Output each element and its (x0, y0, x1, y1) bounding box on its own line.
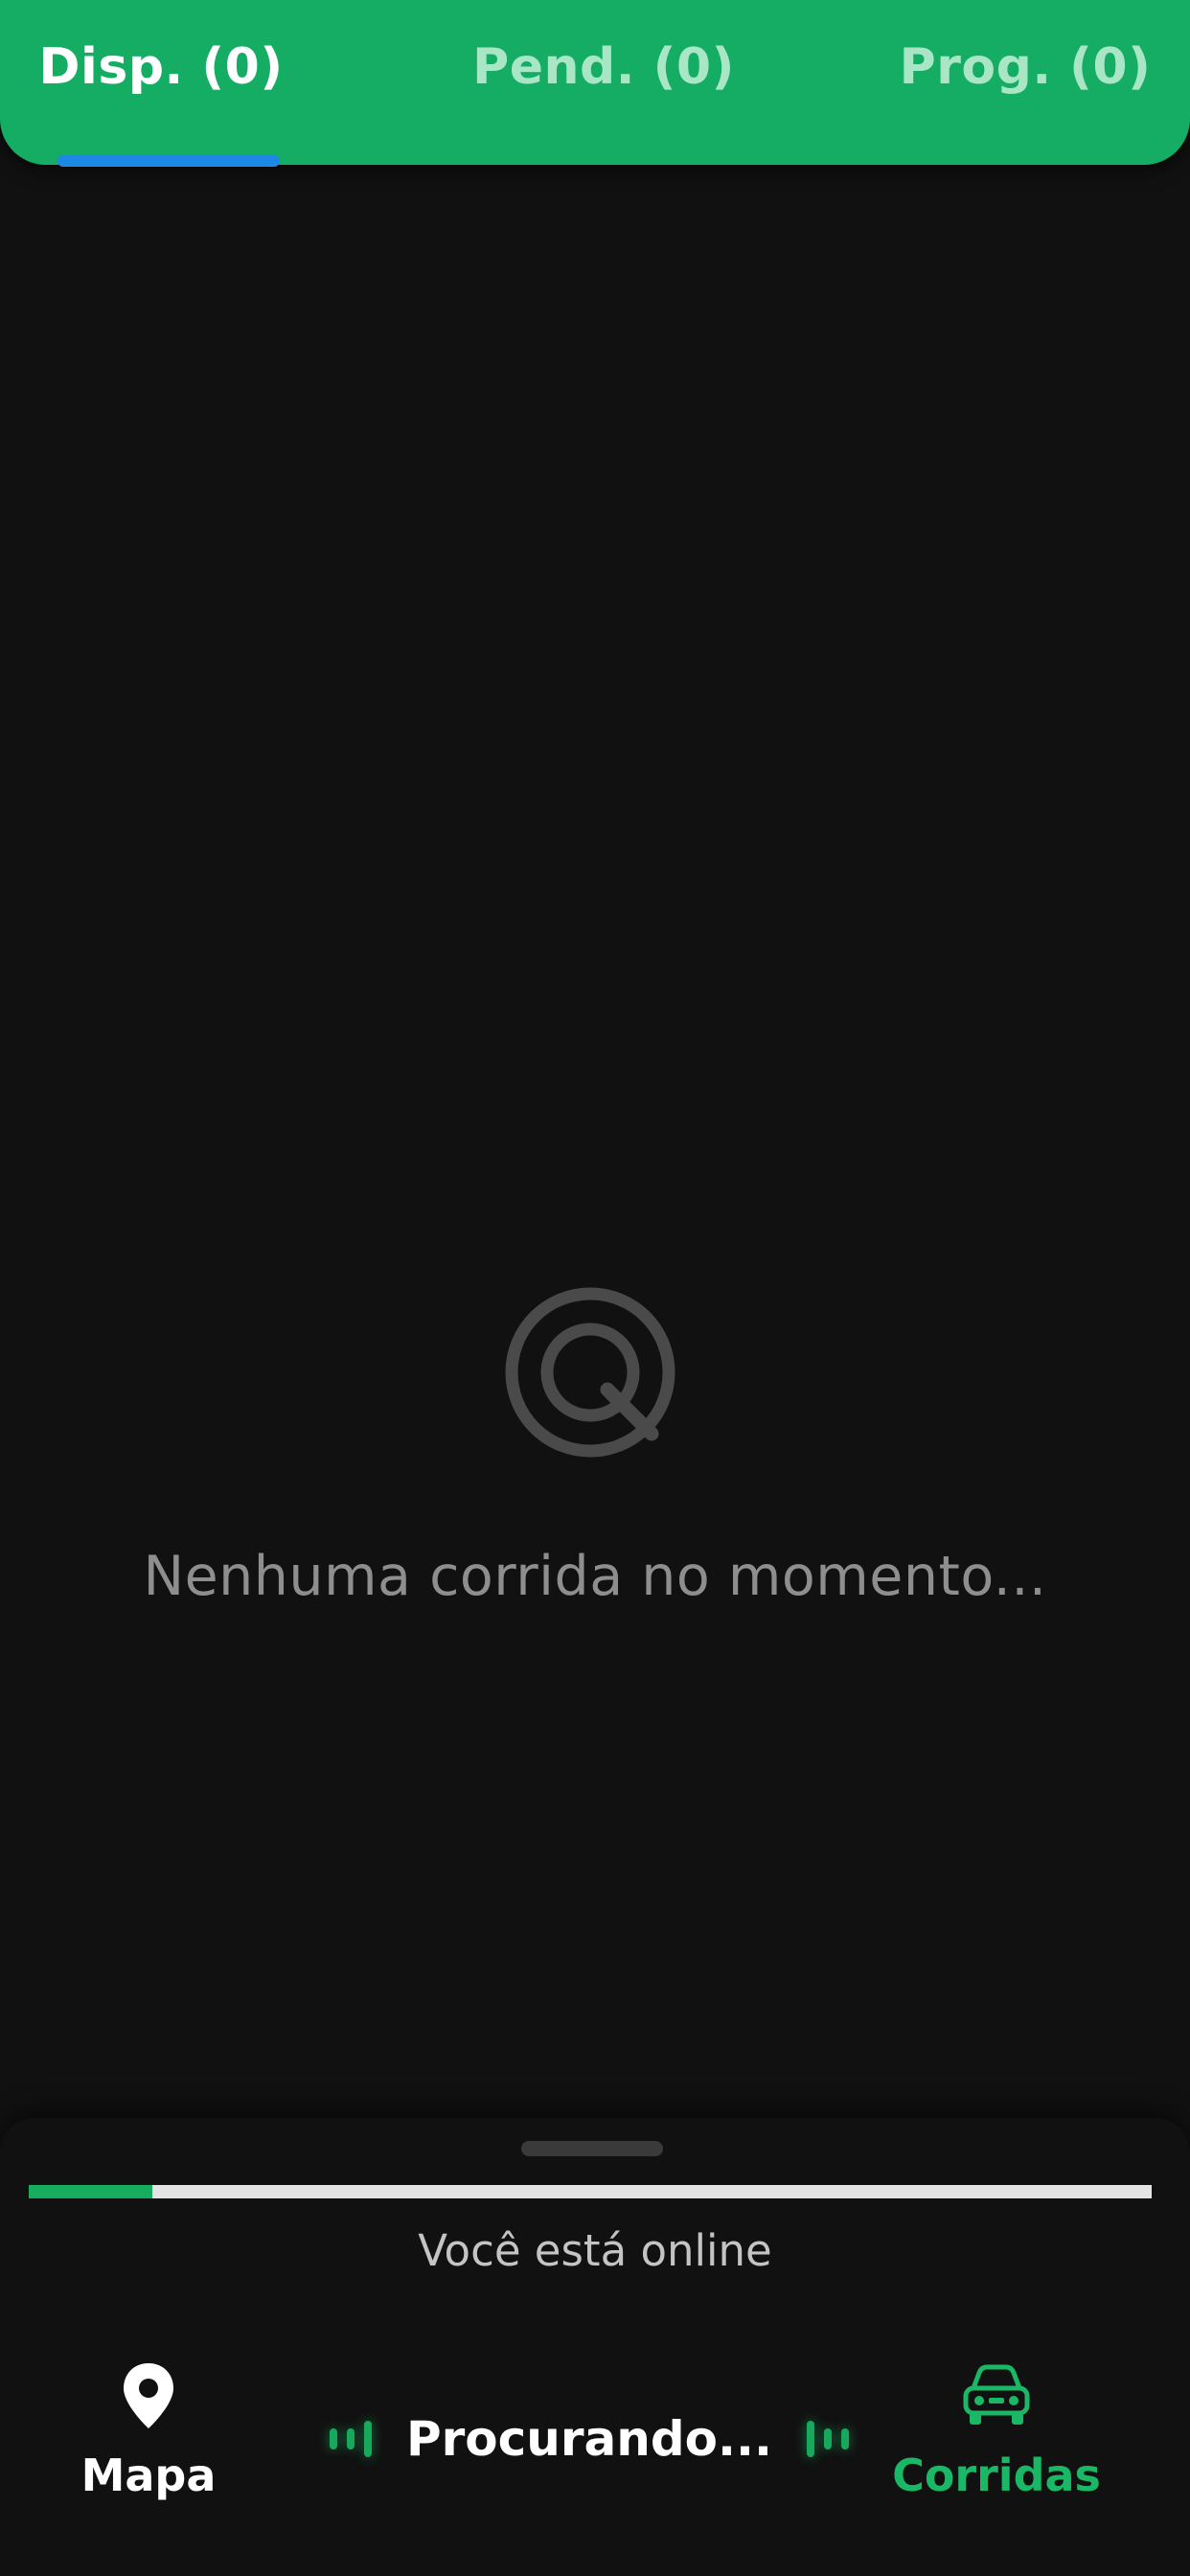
tab-scheduled[interactable]: Prog. (0) (881, 0, 1169, 165)
searching-bars-left-icon (329, 2405, 372, 2472)
active-tab-indicator (57, 155, 280, 167)
sheet-drag-handle[interactable] (521, 2141, 663, 2156)
empty-state-message: Nenhuma corrida no momento... (143, 1545, 1047, 1608)
tab-pending[interactable]: Pend. (0) (450, 0, 757, 165)
location-pin-icon (124, 2363, 173, 2428)
nav-rides-button[interactable]: Corridas (881, 2359, 1111, 2501)
rides-tab-bar: Disp. (0) Pend. (0) Prog. (0) (0, 0, 1190, 167)
tab-available-label: Disp. (0) (38, 38, 284, 96)
searching-indicator: Procurando... (307, 2405, 872, 2472)
rides-screen: Disp. (0) Pend. (0) Prog. (0) Nenhuma co… (0, 0, 1190, 2576)
searching-label: Procurando... (405, 2411, 772, 2467)
radar-search-icon (505, 1287, 675, 1458)
online-status-text: Você está online (418, 2225, 772, 2276)
online-progress-bar (29, 2185, 1152, 2198)
tab-scheduled-label: Prog. (0) (899, 38, 1152, 96)
car-icon (963, 2364, 1030, 2425)
tab-available[interactable]: Disp. (0) (38, 0, 284, 165)
online-progress-fill (29, 2185, 152, 2198)
nav-map-label: Mapa (80, 2450, 217, 2501)
searching-bars-right-icon (807, 2405, 849, 2472)
status-bottom-sheet: Você está online (0, 2118, 1190, 2576)
nav-rides-label: Corridas (892, 2450, 1101, 2501)
tab-pending-label: Pend. (0) (472, 38, 735, 96)
nav-map-button[interactable]: Mapa (48, 2359, 249, 2501)
